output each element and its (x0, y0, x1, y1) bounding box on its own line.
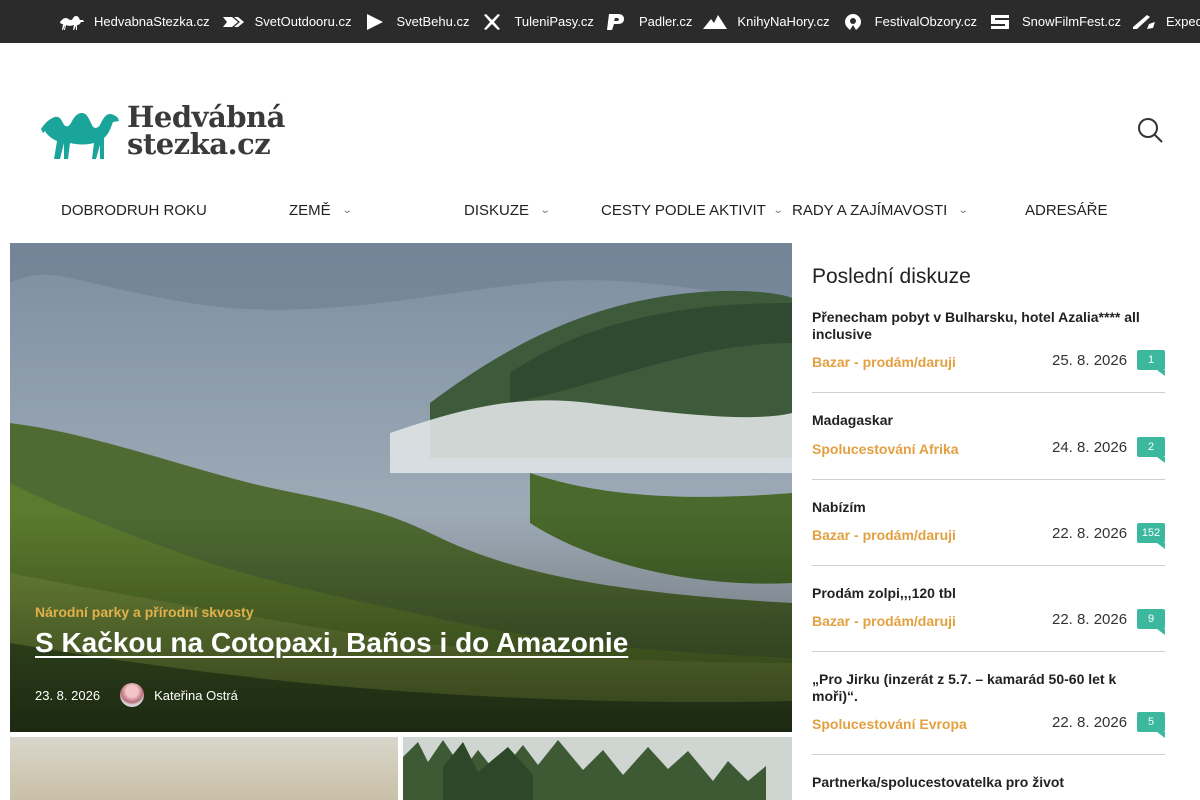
network-link-svetbehu[interactable]: SvetBehu.cz (361, 13, 469, 31)
discussion-title[interactable]: „Pro Jirku (inzerát z 5.7. – kamarád 50-… (812, 671, 1152, 705)
nav-item-dobrodruh-roku[interactable]: Dobrodruh roku (61, 202, 207, 219)
arrow-icon (222, 16, 244, 27)
reply-count-badge: 9 (1137, 609, 1165, 635)
mountain-icon (703, 14, 728, 29)
discussion-item[interactable]: Prodám zolpi,,,120 tbl Bazar - prodám/da… (812, 585, 1165, 652)
discussion-category[interactable]: Bazar - prodám/daruji (812, 613, 956, 629)
discussion-item[interactable]: Přenecham pobyt v Bulharsku, hotel Azali… (812, 309, 1165, 393)
chevron-down-icon: ⌄ (958, 205, 969, 216)
network-link-svetoutdooru[interactable]: SvetOutdooru.cz (220, 13, 352, 31)
festival-icon (844, 13, 861, 30)
network-link-label: SvetBehu.cz (396, 14, 470, 29)
nav-item-label: Cesty podle aktivit (601, 202, 766, 219)
sidebar-title: Poslední diskuze (812, 265, 971, 288)
network-link-festivalobzory[interactable]: FestivalObzory.cz (840, 13, 977, 31)
nav-item-label: Dobrodruh roku (61, 202, 207, 219)
discussion-item[interactable]: „Pro Jirku (inzerát z 5.7. – kamarád 50-… (812, 671, 1165, 755)
article-thumbnail-2[interactable] (403, 737, 792, 800)
camera-icon (1132, 14, 1155, 29)
site-logo[interactable]: Hedvábná stezka.cz (39, 99, 285, 161)
chevron-down-icon: ⌄ (772, 205, 784, 216)
discussion-date: 22. 8. 2026 (1052, 714, 1128, 731)
nav-item-rady-a-zajimavosti[interactable]: Rady a zajímavosti ⌄ (792, 202, 969, 219)
hero-category[interactable]: Národní parky a přírodní skvosty (35, 604, 254, 620)
hero-author[interactable]: Kateřina Ostrá (154, 688, 238, 703)
discussion-category[interactable]: Spolucestování Evropa (812, 716, 967, 732)
reply-count-badge: 5 (1137, 712, 1165, 738)
network-bar: HedvabnaStezka.cz SvetOutdooru.cz SvetBe… (0, 0, 1200, 43)
article-thumbnail-1[interactable] (10, 737, 398, 800)
network-link-hedvabnastezka[interactable]: HedvabnaStezka.cz (59, 13, 210, 31)
discussion-item[interactable]: Madagaskar Spolucestování Afrika 24. 8. … (812, 412, 1165, 480)
discussion-category[interactable]: Bazar - prodám/daruji (812, 527, 956, 543)
discussion-category[interactable]: Spolucestování Afrika (812, 441, 959, 457)
s-icon (991, 14, 1009, 29)
camel-logo-icon (41, 113, 119, 159)
logo-line-2: stezka.cz (127, 127, 271, 161)
site-header: Hedvábná stezka.cz Dobrodruh roku Země ⌄… (0, 43, 1200, 243)
discussion-item[interactable]: Partnerka/spolucestovatelka pro život (812, 774, 1165, 800)
nav-item-diskuze[interactable]: Diskuze ⌄ (464, 202, 551, 219)
nav-item-label: Diskuze (464, 202, 530, 219)
network-link-knihynahory[interactable]: KnihyNaHory.cz (702, 13, 830, 31)
nav-item-label: Země (289, 202, 331, 219)
nav-item-adresare[interactable]: Adresáře (1025, 202, 1108, 219)
search-button[interactable] (1136, 116, 1164, 144)
nav-item-cesty-podle-aktivit[interactable]: Cesty podle aktivit ⌄ (601, 202, 784, 219)
network-link-tulenipasy[interactable]: TuleniPasy.cz (479, 13, 594, 31)
main-navigation: Dobrodruh roku Země ⌄ Diskuze ⌄ Cesty po… (0, 198, 1200, 243)
discussion-title[interactable]: Prodám zolpi,,,120 tbl (812, 585, 1152, 602)
hero-title[interactable]: S Kačkou na Cotopaxi, Baños i do Amazoni… (35, 627, 628, 659)
discussion-title[interactable]: Přenecham pobyt v Bulharsku, hotel Azali… (812, 309, 1152, 343)
discussion-title[interactable]: Nabízím (812, 499, 1152, 516)
discussion-date: 25. 8. 2026 (1052, 352, 1128, 369)
reply-count-badge: 2 (1137, 437, 1165, 463)
chevron-down-icon: ⌄ (341, 205, 353, 216)
network-link-expedicnikamera[interactable]: ExpedicniKamera.cz (1131, 13, 1200, 31)
avatar (120, 683, 145, 707)
discussion-category[interactable]: Bazar - prodám/daruji (812, 354, 956, 370)
discussion-date: 22. 8. 2026 (1052, 525, 1128, 542)
hero-article[interactable]: Národní parky a přírodní skvosty S Kačko… (10, 243, 792, 732)
network-link-snowfilmfest[interactable]: SnowFilmFest.cz (987, 13, 1121, 31)
network-link-label: ExpedicniKamera.cz (1165, 14, 1200, 29)
p-icon (606, 13, 624, 30)
forest-image (403, 737, 792, 800)
network-link-label: HedvabnaStezka.cz (94, 14, 210, 29)
network-link-label: SvetOutdooru.cz (254, 14, 352, 29)
reply-count-badge: 1 (1137, 350, 1165, 376)
play-icon (367, 13, 384, 30)
nav-item-label: Rady a zajímavosti (792, 202, 948, 219)
cross-icon (484, 13, 501, 30)
nav-item-label: Adresáře (1025, 202, 1108, 219)
discussion-title[interactable]: Partnerka/spolucestovatelka pro život (812, 774, 1152, 791)
search-icon (1138, 118, 1163, 143)
network-link-label: SnowFilmFest.cz (1022, 14, 1121, 29)
network-link-label: Padler.cz (638, 14, 693, 29)
camel-icon (60, 15, 84, 30)
network-link-padler[interactable]: Padler.cz (604, 13, 692, 31)
nav-item-zeme[interactable]: Země ⌄ (289, 202, 353, 219)
hero-date: 23. 8. 2026 (35, 687, 101, 703)
logo-text: Hedvábná stezka.cz (127, 103, 285, 161)
discussion-date: 22. 8. 2026 (1052, 611, 1128, 628)
reply-count-badge: 152 (1137, 523, 1165, 549)
discussion-title[interactable]: Madagaskar (812, 412, 1152, 429)
discussion-item[interactable]: Nabízím Bazar - prodám/daruji 22. 8. 202… (812, 499, 1165, 566)
discussion-date: 24. 8. 2026 (1052, 439, 1128, 456)
network-link-label: FestivalObzory.cz (874, 14, 977, 29)
network-link-label: TuleniPasy.cz (514, 14, 594, 29)
network-link-label: KnihyNaHory.cz (737, 14, 830, 29)
chevron-down-icon: ⌄ (539, 205, 551, 216)
hero-meta: 23. 8. 2026 Kateřina Ostrá (35, 683, 238, 707)
